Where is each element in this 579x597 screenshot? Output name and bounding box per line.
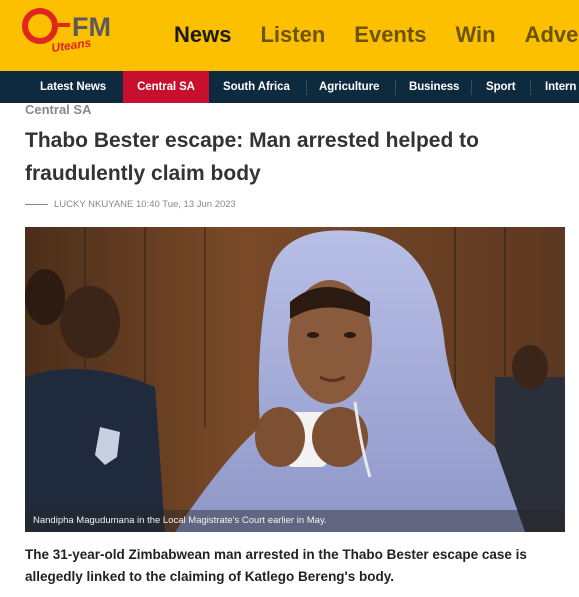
- tab-divider: [395, 80, 396, 95]
- nav-news[interactable]: News: [174, 22, 231, 48]
- tab-sport[interactable]: Sport: [486, 71, 516, 103]
- byline-rule: [25, 204, 48, 205]
- nav-listen[interactable]: Listen: [260, 22, 325, 48]
- tab-divider: [530, 80, 531, 95]
- logo-tagline: Uteans: [50, 35, 92, 54]
- tab-divider: [306, 80, 307, 95]
- article-byline: LUCKY NKUYANE 10:40 Tue, 13 Jun 2023: [25, 199, 236, 210]
- article-headline: Thabo Bester escape: Man arrested helped…: [25, 129, 479, 185]
- nav-advertise[interactable]: Adver: [525, 22, 579, 48]
- tab-business[interactable]: Business: [409, 71, 459, 103]
- article-photo[interactable]: Nandipha Magudumana in the Local Magistr…: [25, 227, 565, 532]
- site-header: FM Uteans News Listen Events Win Adver: [0, 0, 579, 71]
- tab-agriculture[interactable]: Agriculture: [319, 71, 379, 103]
- tab-divider: [471, 80, 472, 95]
- nav-win[interactable]: Win: [455, 22, 495, 48]
- nav-events[interactable]: Events: [354, 22, 426, 48]
- court-photo-illustration: [25, 227, 565, 532]
- tab-international[interactable]: Intern: [545, 71, 576, 103]
- tab-south-africa[interactable]: South Africa: [223, 71, 290, 103]
- tab-latest-news[interactable]: Latest News: [40, 71, 106, 103]
- tab-central-sa[interactable]: Central SA: [123, 71, 209, 103]
- article-lede: The 31-year-old Zimbabwean man arrested …: [25, 547, 527, 584]
- ofm-logo[interactable]: FM Uteans: [22, 6, 132, 62]
- photo-caption: Nandipha Magudumana in the Local Magistr…: [25, 510, 565, 532]
- ofm-logo-icon: FM Uteans: [22, 8, 111, 55]
- byline-text: LUCKY NKUYANE 10:40 Tue, 13 Jun 2023: [54, 199, 236, 210]
- section-navigation: Latest News Central SA South Africa Agri…: [0, 71, 579, 103]
- main-navigation: News Listen Events Win Adver: [174, 22, 579, 48]
- article-section-label[interactable]: Central SA: [25, 102, 91, 117]
